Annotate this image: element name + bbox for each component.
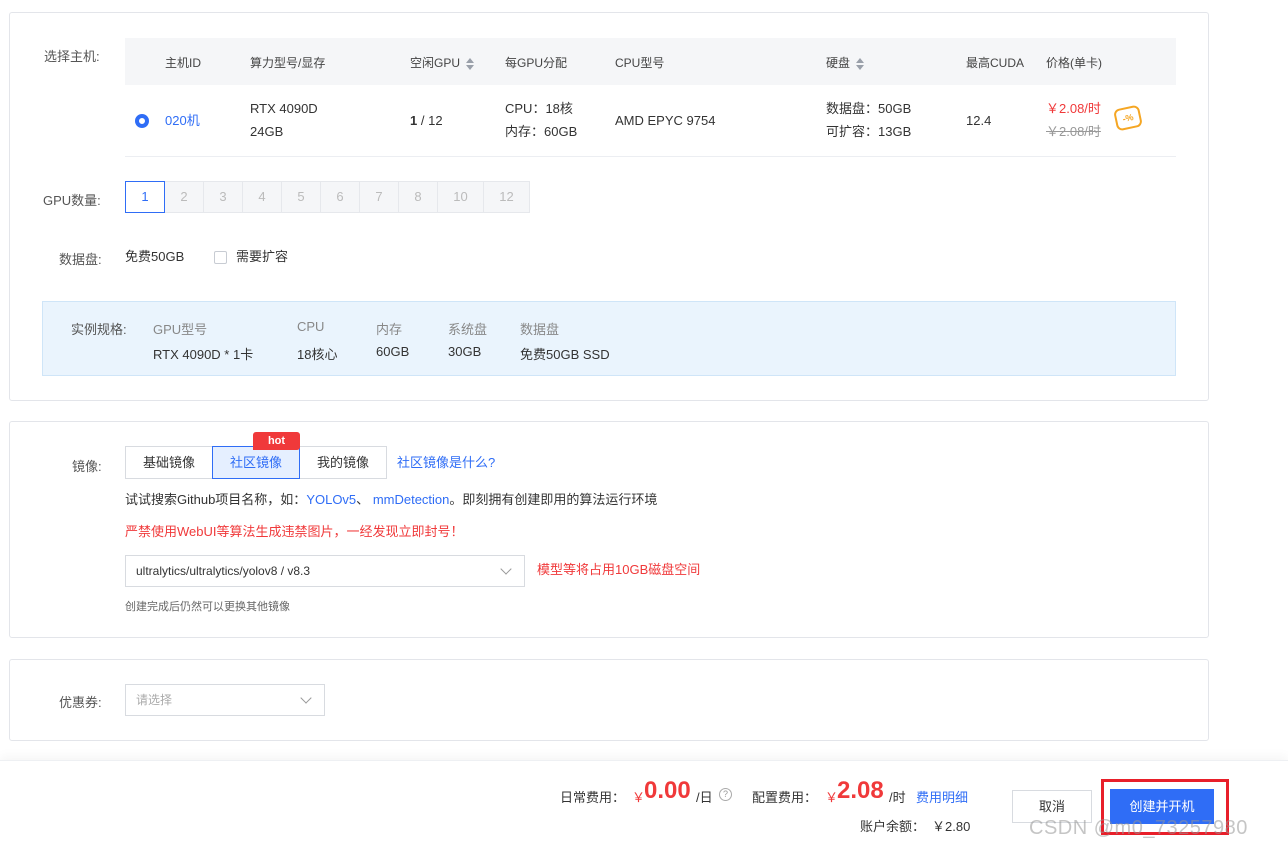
expand-label[interactable]: 需要扩容 [236, 246, 288, 268]
image-card: 镜像: hot 基础镜像 社区镜像 我的镜像 社区镜像是什么? 试试搜索Gith… [9, 421, 1209, 638]
host-table-header: 主机ID 算力型号/显存 空闲GPU 每GPU分配 CPU型号 硬盘 最高CUD… [125, 38, 1176, 85]
community-image-help-link[interactable]: 社区镜像是什么? [397, 452, 495, 474]
cpu-model: AMD EPYC 9754 [615, 113, 716, 128]
col-disk-label: 硬盘 [826, 56, 851, 70]
col-cpu-model: CPU型号 [615, 56, 665, 70]
hot-badge: hot [253, 432, 300, 450]
hint-suffix: 。即刻拥有创建即用的算法运行环境 [449, 492, 658, 507]
fee-detail-link[interactable]: 费用明细 [916, 787, 968, 806]
spec-sys-val: 30GB [448, 344, 482, 359]
search-hint: 试试搜索Github项目名称，如：YOLOv5、 mmDetection。即刻拥… [125, 489, 657, 511]
data-disk-label: 数据盘: [59, 252, 102, 267]
table-row[interactable]: 020机 RTX 4090D 24GB 1 / 12 CPU：18核 内存：60… [125, 85, 1176, 157]
balance-value: ￥2.80 [932, 819, 971, 834]
idle-gpu-total: / 12 [420, 113, 443, 128]
warning-text: 严禁使用WebUI等算法生成违禁图片，一经发现立即封号！ [125, 524, 464, 539]
gpu-count-option[interactable]: 5 [281, 181, 321, 213]
max-cuda: 12.4 [966, 113, 992, 128]
watermark: CSDN @m0_73257980 [1029, 817, 1248, 839]
hint-prefix: 试试搜索Github项目名称，如： [125, 492, 307, 507]
gpu-count-option[interactable]: 12 [483, 181, 530, 213]
spec-data-val: 免费50GB SSD [520, 347, 610, 362]
sort-icon[interactable] [466, 57, 475, 70]
chevron-down-icon [300, 692, 312, 704]
gpu-model: RTX 4090D [250, 101, 318, 116]
sort-icon[interactable] [856, 57, 865, 70]
gpu-count-option[interactable]: 6 [320, 181, 360, 213]
hint-link-yolov5[interactable]: YOLOv5 [306, 492, 356, 507]
data-disk-free: 免费50GB [125, 249, 185, 264]
coupon-select[interactable]: 请选择 [125, 684, 325, 716]
image-select-value: ultralytics/ultralytics/yolov8 / v8.3 [136, 564, 311, 578]
daily-fee-amount: 0.00 [644, 777, 691, 804]
disk-data: 数据盘：50GB [826, 101, 912, 116]
spec-mem-val: 60GB [376, 344, 410, 359]
host-id[interactable]: 020机 [165, 110, 200, 132]
col-idle-gpu-label: 空闲GPU [410, 56, 461, 70]
col-max-cuda: 最高CUDA [966, 56, 1025, 70]
disk-expand: 可扩容：13GB [826, 124, 912, 139]
price-original: ￥2.08/时 [1046, 124, 1101, 139]
tab-my-image[interactable]: 我的镜像 [299, 446, 387, 479]
balance-label: 账户余额： [860, 819, 926, 834]
idle-gpu-free: 1 [410, 113, 418, 128]
tab-basic-image[interactable]: 基础镜像 [125, 446, 213, 479]
idle-gpu: 1 / 12 [410, 110, 443, 132]
hint-link-mmdetection[interactable]: mmDetection [373, 492, 450, 507]
instance-spec-panel: 实例规格: GPU型号 RTX 4090D * 1卡 CPU 18核心 内存 6… [42, 301, 1176, 376]
expand-checkbox[interactable] [214, 251, 227, 264]
coupon-label: 优惠券: [59, 695, 102, 710]
per-gpu-cpu: CPU：18核 [505, 101, 573, 116]
spec-cpu-key: CPU [297, 319, 325, 334]
gpu-count-option[interactable]: 3 [203, 181, 243, 213]
coupon-card: 优惠券: 请选择 [9, 659, 1209, 741]
spec-gpu-val: RTX 4090D * 1卡 [153, 347, 254, 362]
gpu-count-selector: 1 2 3 4 5 6 7 8 10 12 [125, 181, 530, 213]
coupon-placeholder: 请选择 [136, 693, 173, 707]
spec-label: 实例规格: [71, 322, 127, 337]
gpu-count-option[interactable]: 8 [398, 181, 438, 213]
gpu-count-option[interactable]: 2 [164, 181, 204, 213]
tab-community-image[interactable]: 社区镜像 [212, 446, 300, 479]
gpu-count-option[interactable]: 4 [242, 181, 282, 213]
daily-fee-label: 日常费用： [560, 790, 626, 805]
col-host-id: 主机ID [165, 56, 202, 70]
config-fee-label: 配置费用： [752, 790, 818, 805]
config-fee-unit: /时 [889, 790, 906, 805]
disk-usage-note: 模型等将占用10GB磁盘空间 [537, 562, 701, 577]
col-disk[interactable]: 硬盘 [826, 54, 865, 71]
spec-cpu-val: 18核心 [297, 347, 338, 362]
gpu-count-label: GPU数量: [43, 193, 101, 208]
spec-data-key: 数据盘 [520, 322, 560, 337]
discount-icon: -% [1112, 104, 1144, 132]
image-label: 镜像: [72, 459, 102, 474]
config-fee-amount: 2.08 [837, 777, 884, 804]
gpu-count-option[interactable]: 7 [359, 181, 399, 213]
host-radio[interactable] [135, 114, 149, 128]
per-gpu-mem: 内存：60GB [505, 124, 578, 139]
col-gpu-model: 算力型号/显存 [250, 56, 326, 70]
image-select[interactable]: ultralytics/ultralytics/yolov8 / v8.3 [125, 555, 525, 587]
price-current: ￥2.08/时 [1046, 101, 1101, 116]
col-per-gpu: 每GPU分配 [505, 56, 568, 70]
spec-gpu-key: GPU型号 [153, 322, 208, 337]
col-idle-gpu[interactable]: 空闲GPU [410, 54, 475, 71]
spec-sys-key: 系统盘 [448, 322, 488, 337]
gpu-mem: 24GB [250, 124, 284, 139]
host-selection-card: 选择主机: 主机ID 算力型号/显存 空闲GPU 每GPU分配 CPU型号 硬盘… [9, 12, 1209, 401]
hint-separator: 、 [356, 492, 370, 507]
footer-bar: 日常费用： ￥ 0.00 /日 ? 配置费用： ￥ 2.08 /时 费用明细 账… [0, 760, 1288, 848]
host-label: 选择主机: [44, 49, 100, 64]
spec-mem-key: 内存 [376, 322, 403, 337]
change-image-note: 创建完成后仍然可以更换其他镜像 [125, 601, 290, 613]
chevron-down-icon [500, 563, 512, 575]
help-icon[interactable]: ? [719, 788, 732, 801]
daily-fee-unit: /日 [696, 790, 713, 805]
col-price: 价格(单卡) [1046, 56, 1102, 70]
gpu-count-option[interactable]: 10 [437, 181, 484, 213]
gpu-count-option[interactable]: 1 [125, 181, 165, 213]
